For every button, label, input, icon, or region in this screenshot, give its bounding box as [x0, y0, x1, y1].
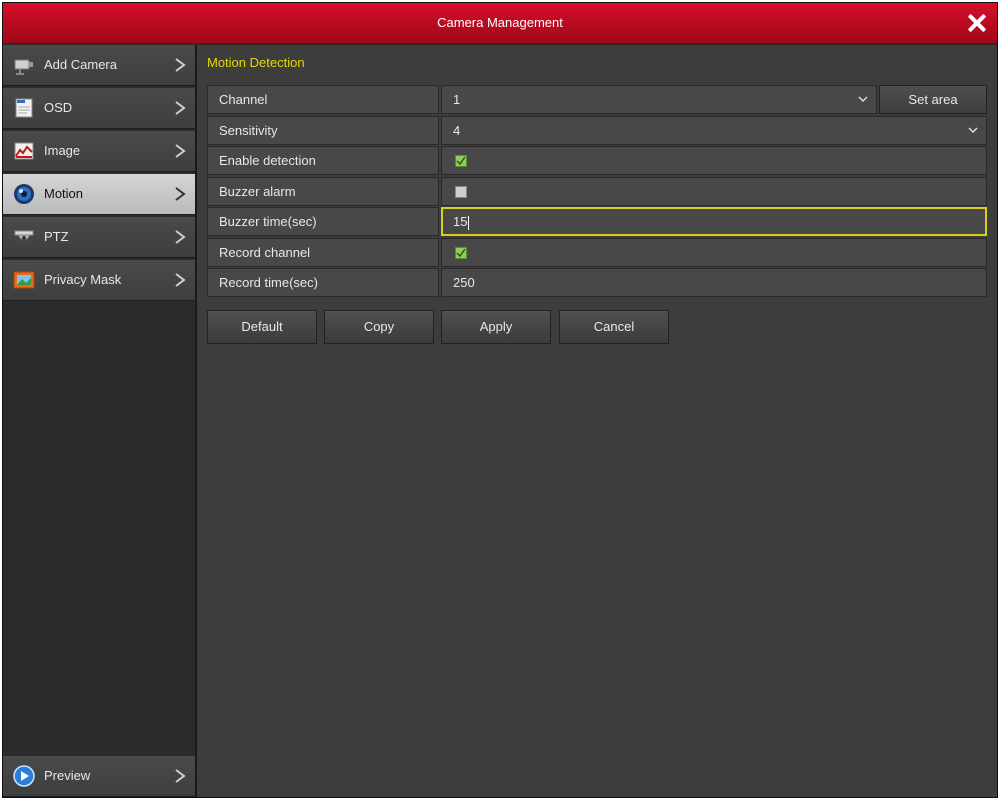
- sidebar-item-label: Add Camera: [44, 57, 117, 72]
- chevron-right-icon: [175, 101, 186, 115]
- buzzer-alarm-cell: [441, 176, 987, 206]
- sidebar-item-motion[interactable]: Motion: [3, 174, 195, 215]
- record-time-label: Record time(sec): [207, 268, 439, 297]
- window-title: Camera Management: [437, 15, 563, 30]
- set-area-button[interactable]: Set area: [879, 85, 987, 114]
- sidebar-item-image[interactable]: Image: [3, 131, 195, 172]
- chevron-right-icon: [175, 187, 186, 201]
- record-time-input[interactable]: 250: [441, 268, 987, 297]
- sidebar-item-add-camera[interactable]: Add Camera: [3, 45, 195, 86]
- form-row-sensitivity: Sensitivity 4: [207, 115, 987, 145]
- section-title: Motion Detection: [207, 55, 305, 70]
- enable-detection-label: Enable detection: [207, 146, 439, 175]
- checkmark-icon: [456, 156, 466, 166]
- default-button[interactable]: Default: [207, 310, 317, 344]
- sidebar-item-label: Motion: [44, 186, 84, 201]
- form-row-buzzer-time: Buzzer time(sec) 15: [207, 207, 987, 236]
- title-bar: Camera Management: [3, 3, 997, 45]
- camera-icon: [14, 59, 33, 75]
- sidebar-item-label: OSD: [44, 100, 73, 115]
- sidebar-item-privacy-mask[interactable]: Privacy Mask: [3, 260, 195, 301]
- close-icon[interactable]: [965, 11, 989, 35]
- chevron-right-icon: [175, 230, 186, 244]
- form-row-buzzer-alarm: Buzzer alarm: [207, 176, 987, 206]
- privacy-mask-icon: [13, 271, 35, 289]
- chevron-right-icon: [175, 273, 186, 287]
- image-icon: [14, 142, 34, 160]
- osd-icon: [15, 98, 33, 118]
- sidebar-item-preview[interactable]: Preview: [3, 756, 195, 797]
- copy-button[interactable]: Copy: [324, 310, 434, 344]
- buzzer-time-value: 15: [453, 214, 468, 229]
- chevron-down-icon: [968, 126, 978, 133]
- buzzer-time-input[interactable]: 15: [441, 207, 987, 236]
- text-caret: [468, 215, 470, 230]
- sidebar-item-label: PTZ: [44, 229, 69, 244]
- chevron-right-icon: [175, 769, 186, 783]
- apply-button[interactable]: Apply: [441, 310, 551, 344]
- sidebar-item-label: Privacy Mask: [44, 272, 122, 287]
- enable-detection-cell: [441, 146, 987, 175]
- play-icon: [13, 765, 35, 787]
- sidebar-item-osd[interactable]: OSD: [3, 88, 195, 129]
- form-row-record-time: Record time(sec) 250: [207, 268, 987, 297]
- chevron-right-icon: [175, 144, 186, 158]
- channel-value: 1: [453, 92, 461, 107]
- sidebar: Add Camera OSD Image Motion PTZ Privacy …: [3, 45, 197, 797]
- channel-label: Channel: [207, 85, 439, 114]
- main-content: Motion Detection Channel 1 Set area Sens…: [197, 45, 997, 797]
- record-channel-label: Record channel: [207, 237, 439, 267]
- motion-detection-form: Channel 1 Set area Sensitivity 4 Enable …: [207, 85, 987, 299]
- enable-detection-checkbox[interactable]: [455, 155, 467, 167]
- chevron-down-icon: [858, 96, 868, 103]
- record-channel-cell: [441, 237, 987, 267]
- sidebar-item-label: Preview: [44, 768, 91, 783]
- motion-icon: [14, 184, 34, 204]
- sidebar-item-label: Image: [44, 143, 81, 158]
- camera-management-window: Camera Management Add Camera OSD Image M…: [2, 2, 998, 798]
- buzzer-time-label: Buzzer time(sec): [207, 207, 439, 236]
- cancel-button[interactable]: Cancel: [559, 310, 669, 344]
- buzzer-alarm-checkbox[interactable]: [455, 185, 467, 198]
- sensitivity-label: Sensitivity: [207, 115, 439, 145]
- record-time-value: 250: [453, 275, 475, 290]
- ptz-camera-icon: [14, 230, 34, 241]
- chevron-right-icon: [175, 58, 186, 72]
- form-row-record-channel: Record channel: [207, 237, 987, 267]
- form-row-enable-detection: Enable detection: [207, 146, 987, 175]
- sensitivity-value: 4: [453, 122, 461, 138]
- checkmark-icon: [456, 248, 466, 257]
- sidebar-item-ptz[interactable]: PTZ: [3, 217, 195, 258]
- buzzer-alarm-label: Buzzer alarm: [207, 176, 439, 206]
- form-row-channel: Channel 1 Set area: [207, 85, 987, 114]
- record-channel-checkbox[interactable]: [455, 246, 467, 259]
- channel-select[interactable]: 1: [441, 85, 877, 114]
- sensitivity-select[interactable]: 4: [441, 115, 987, 145]
